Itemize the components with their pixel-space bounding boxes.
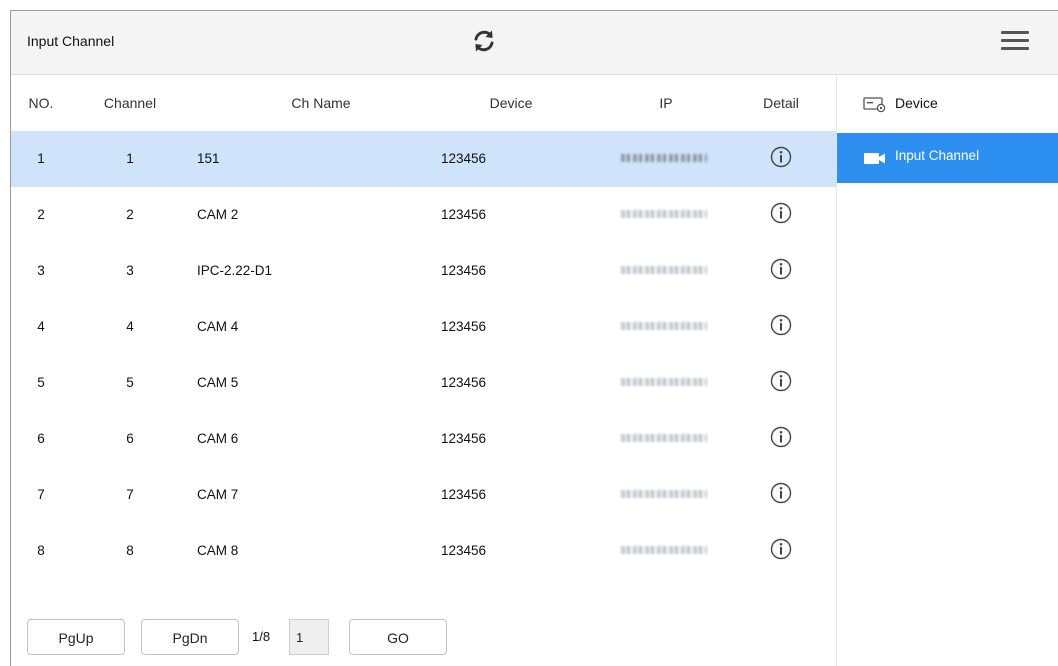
channel-table: NO. Channel Ch Name Device IP Detail 1 1… bbox=[11, 75, 836, 666]
sidebar-item-label: Device bbox=[895, 95, 938, 111]
page-title: Input Channel bbox=[27, 33, 115, 49]
row-channel: 5 bbox=[126, 375, 134, 390]
table-header: NO. Channel Ch Name Device IP Detail bbox=[11, 75, 836, 131]
table-row[interactable]: 6 6 CAM 6 123456 bbox=[11, 411, 836, 467]
row-ch-name: 151 bbox=[197, 151, 220, 166]
row-device: 123456 bbox=[441, 375, 487, 390]
row-ch-name: CAM 4 bbox=[197, 319, 239, 334]
row-no: 8 bbox=[37, 543, 45, 558]
row-no: 6 bbox=[37, 431, 45, 446]
row-ip-redacted bbox=[619, 355, 709, 411]
row-detail bbox=[756, 243, 806, 299]
row-detail bbox=[756, 355, 806, 411]
row-detail bbox=[756, 131, 806, 187]
column-header-ip: IP bbox=[659, 95, 673, 111]
go-button[interactable]: GO bbox=[349, 619, 447, 655]
hamburger-menu-icon[interactable] bbox=[1001, 29, 1029, 53]
row-detail bbox=[756, 523, 806, 579]
table-row[interactable]: 5 5 CAM 5 123456 bbox=[11, 355, 836, 411]
ip-redacted-blur bbox=[621, 321, 707, 330]
column-header-ch-name: Ch Name bbox=[291, 95, 351, 111]
device-settings-icon bbox=[863, 97, 886, 113]
row-device: 123456 bbox=[441, 543, 487, 558]
row-no: 3 bbox=[37, 263, 45, 278]
row-ip-redacted bbox=[619, 187, 709, 243]
sidebar-item-label: Input Channel bbox=[895, 148, 980, 163]
info-icon[interactable] bbox=[770, 482, 792, 504]
row-ch-name: CAM 6 bbox=[197, 431, 239, 446]
info-icon[interactable] bbox=[770, 146, 792, 168]
row-ch-name: CAM 2 bbox=[197, 207, 239, 222]
row-device: 123456 bbox=[441, 207, 487, 222]
table-row[interactable]: 3 3 IPC-2.22-D1 123456 bbox=[11, 243, 836, 299]
row-no: 5 bbox=[37, 375, 45, 390]
row-channel: 4 bbox=[126, 319, 134, 334]
row-device: 123456 bbox=[441, 431, 487, 446]
info-icon[interactable] bbox=[770, 538, 792, 560]
row-no: 2 bbox=[37, 207, 45, 222]
row-channel: 1 bbox=[126, 151, 134, 166]
row-channel: 6 bbox=[126, 431, 134, 446]
ip-redacted-blur bbox=[621, 153, 707, 162]
row-ip-redacted bbox=[619, 411, 709, 467]
info-icon[interactable] bbox=[770, 258, 792, 280]
row-channel: 3 bbox=[126, 263, 134, 278]
row-no: 4 bbox=[37, 319, 45, 334]
row-device: 123456 bbox=[441, 487, 487, 502]
row-channel: 8 bbox=[126, 543, 134, 558]
ip-redacted-blur bbox=[621, 433, 707, 442]
table-row[interactable]: 4 4 CAM 4 123456 bbox=[11, 299, 836, 355]
refresh-icon[interactable] bbox=[471, 28, 497, 54]
row-ip-redacted bbox=[619, 131, 709, 187]
row-ip-redacted bbox=[619, 299, 709, 355]
row-ch-name: CAM 5 bbox=[197, 375, 239, 390]
ip-redacted-blur bbox=[621, 377, 707, 386]
right-sidebar: Device Input Channel bbox=[836, 75, 1058, 666]
ip-redacted-blur bbox=[621, 209, 707, 218]
info-icon[interactable] bbox=[770, 314, 792, 336]
row-detail bbox=[756, 299, 806, 355]
row-device: 123456 bbox=[441, 319, 487, 334]
info-icon[interactable] bbox=[770, 370, 792, 392]
ip-redacted-blur bbox=[621, 265, 707, 274]
row-device: 123456 bbox=[441, 151, 487, 166]
table-row[interactable]: 7 7 CAM 7 123456 bbox=[11, 467, 836, 523]
column-header-device: Device bbox=[489, 95, 533, 111]
pagination-bar: PgUp PgDn 1/8 GO bbox=[11, 611, 836, 666]
row-no: 7 bbox=[37, 487, 45, 502]
table-row[interactable]: 2 2 CAM 2 123456 bbox=[11, 187, 836, 243]
row-ch-name: IPC-2.22-D1 bbox=[197, 263, 273, 278]
camera-icon bbox=[864, 153, 885, 164]
table-row[interactable]: 8 8 CAM 8 123456 bbox=[11, 523, 836, 579]
page-number-input[interactable] bbox=[289, 619, 329, 655]
ip-redacted-blur bbox=[621, 489, 707, 498]
page-down-button[interactable]: PgDn bbox=[141, 619, 239, 655]
row-ch-name: CAM 7 bbox=[197, 487, 239, 502]
info-icon[interactable] bbox=[770, 202, 792, 224]
app-window: Input Channel NO. Channel Ch Name Device… bbox=[10, 10, 1058, 666]
row-detail bbox=[756, 187, 806, 243]
top-bar: Input Channel bbox=[11, 11, 1058, 75]
column-header-no: NO. bbox=[28, 95, 54, 111]
page-indicator: 1/8 bbox=[252, 629, 271, 644]
row-detail bbox=[756, 411, 806, 467]
row-channel: 2 bbox=[126, 207, 134, 222]
row-channel: 7 bbox=[126, 487, 134, 502]
row-detail bbox=[756, 467, 806, 523]
column-header-channel: Channel bbox=[103, 95, 157, 111]
row-ch-name: CAM 8 bbox=[197, 543, 239, 558]
row-ip-redacted bbox=[619, 243, 709, 299]
column-header-detail: Detail bbox=[763, 95, 799, 111]
row-ip-redacted bbox=[619, 523, 709, 579]
info-icon[interactable] bbox=[770, 426, 792, 448]
table-row[interactable]: 1 1 151 123456 bbox=[11, 131, 836, 187]
sidebar-item-device[interactable]: Device bbox=[837, 79, 1058, 129]
row-no: 1 bbox=[37, 151, 45, 166]
page-up-button[interactable]: PgUp bbox=[27, 619, 125, 655]
sidebar-item-input-channel[interactable]: Input Channel bbox=[837, 133, 1058, 183]
row-device: 123456 bbox=[441, 263, 487, 278]
row-ip-redacted bbox=[619, 467, 709, 523]
ip-redacted-blur bbox=[621, 545, 707, 554]
